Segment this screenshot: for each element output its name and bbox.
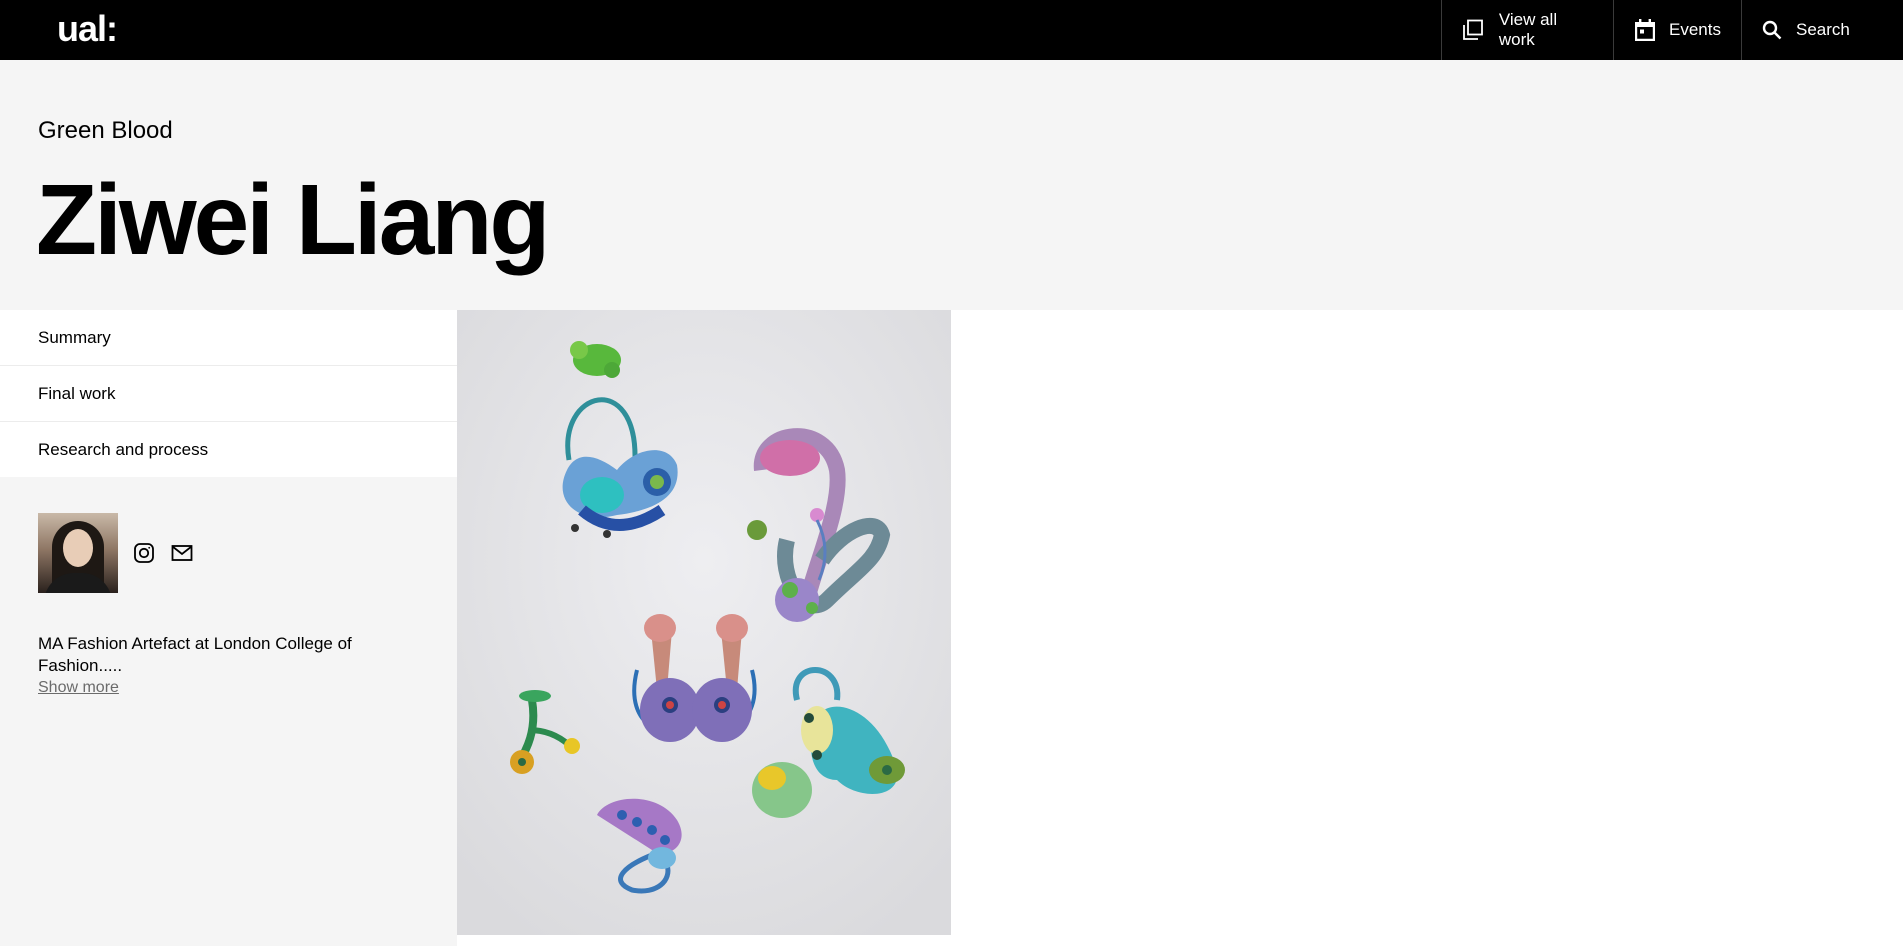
- view-all-work-label: View all work: [1498, 10, 1558, 49]
- email-icon[interactable]: [170, 541, 194, 565]
- nav-summary[interactable]: Summary: [0, 310, 457, 366]
- section-nav: Summary Final work Research and process: [0, 310, 457, 477]
- gallery-icon: [1462, 18, 1485, 42]
- main-nav: View all work Events Search: [1441, 0, 1903, 60]
- avatar: [38, 513, 118, 593]
- ual-logo[interactable]: ual:: [57, 9, 118, 49]
- page-title: Ziwei Liang: [36, 164, 550, 276]
- show-more-link[interactable]: Show more: [38, 677, 368, 699]
- search-link[interactable]: Search: [1741, 0, 1903, 60]
- bio: MA Fashion Artefact at London College of…: [38, 633, 368, 699]
- profile-row: [38, 513, 194, 593]
- project-subtitle: Green Blood: [38, 117, 173, 144]
- project-header: Green Blood Ziwei Liang: [0, 60, 1903, 310]
- nav-final-work[interactable]: Final work: [0, 366, 457, 422]
- events-label: Events: [1669, 20, 1721, 39]
- instagram-icon[interactable]: [132, 541, 156, 565]
- search-icon: [1762, 18, 1782, 42]
- sidebar: Summary Final work Research and process …: [0, 310, 457, 946]
- calendar-icon: [1634, 18, 1655, 42]
- top-navigation-bar: ual: View all work Events Search: [0, 0, 1903, 60]
- view-all-work-link[interactable]: View all work: [1441, 0, 1613, 60]
- bio-text: MA Fashion Artefact at London College of…: [38, 634, 352, 675]
- search-label: Search: [1796, 20, 1850, 39]
- nav-research-and-process[interactable]: Research and process: [0, 422, 457, 477]
- events-link[interactable]: Events: [1613, 0, 1741, 60]
- artwork-image[interactable]: [457, 310, 951, 935]
